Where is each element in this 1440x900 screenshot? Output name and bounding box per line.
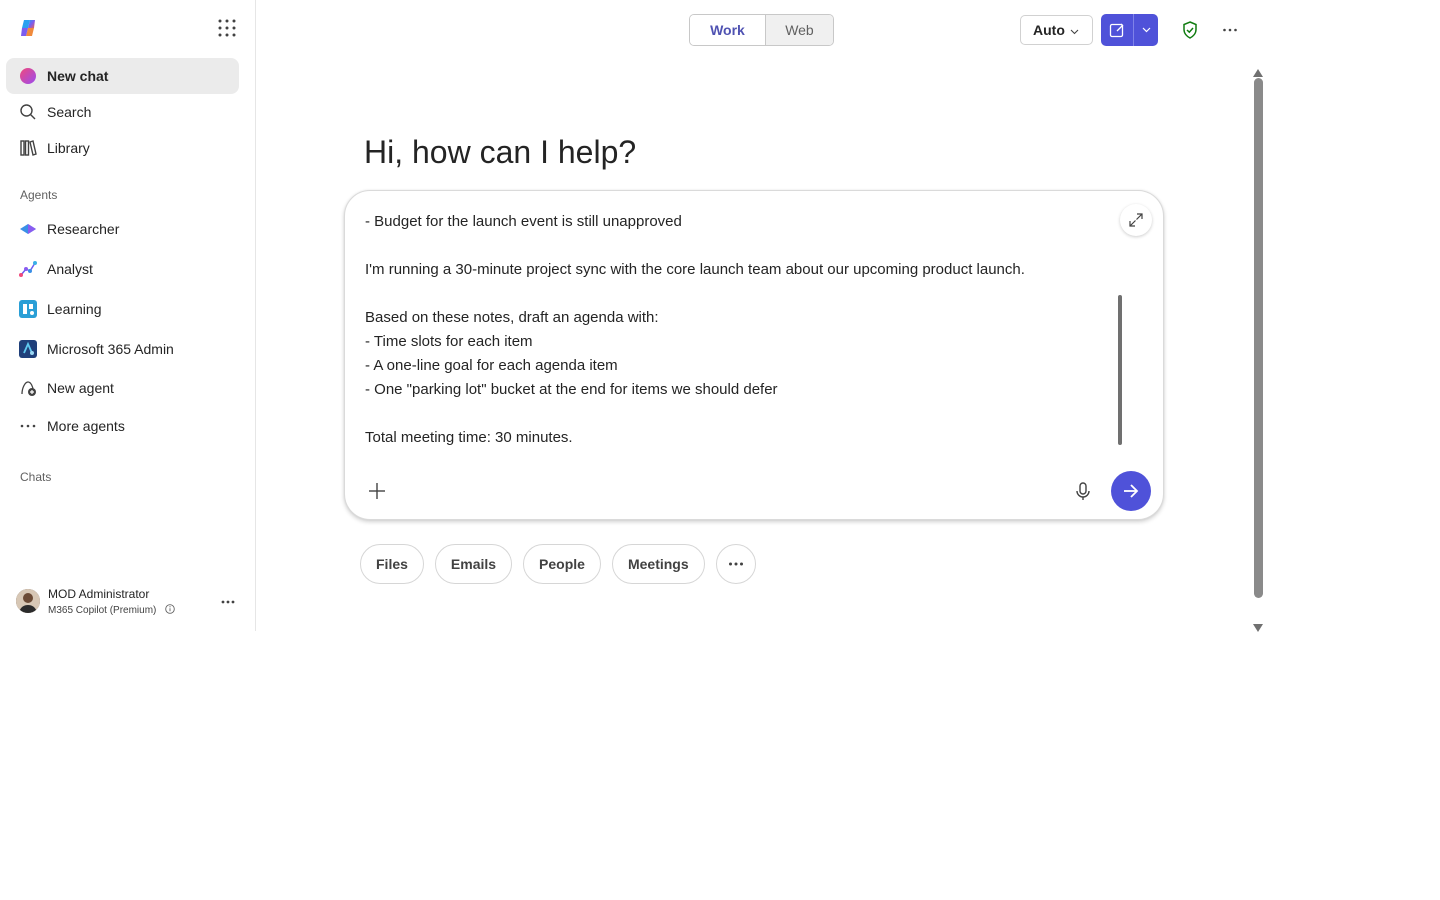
more-agents-icon	[19, 417, 37, 435]
compose-button[interactable]	[1101, 14, 1133, 46]
prompt-line: - A one-line goal for each agenda item	[365, 357, 618, 374]
prompt-line: - Time slots for each item	[365, 333, 533, 350]
search-icon	[19, 103, 37, 121]
agent-label: New agent	[47, 380, 114, 396]
compose-dropdown-button[interactable]	[1133, 14, 1158, 46]
user-plan-label: M365 Copilot (Premium)	[48, 605, 157, 616]
new-chat-label: New chat	[47, 68, 109, 84]
library-label: Library	[47, 140, 90, 156]
new-agent-button[interactable]: New agent	[6, 370, 239, 406]
agent-label: Researcher	[47, 221, 120, 237]
learning-icon	[19, 300, 37, 318]
meetings-chip[interactable]: Meetings	[611, 544, 705, 584]
new-chat-split-button	[1101, 14, 1158, 46]
agent-label: Learning	[47, 301, 102, 317]
chevron-down-icon	[1142, 27, 1150, 33]
scroll-up-arrow-icon[interactable]	[1253, 64, 1263, 77]
user-name: MOD Administrator	[48, 587, 150, 601]
expand-button[interactable]	[1120, 204, 1152, 236]
prompt-line: - Budget for the launch event is still u…	[365, 213, 682, 230]
analyst-icon	[19, 260, 37, 278]
library-icon	[19, 139, 37, 157]
agent-label: Microsoft 365 Admin	[47, 341, 174, 357]
agents-heading: Agents	[20, 188, 58, 202]
copilot-logo-icon[interactable]	[18, 18, 38, 38]
more-chips-button[interactable]	[715, 544, 756, 584]
work-tab[interactable]: Work	[690, 15, 765, 45]
web-tab[interactable]: Web	[764, 15, 833, 45]
m365-admin-icon	[19, 340, 37, 358]
prompt-input[interactable]: - Budget for the launch event is still u…	[365, 210, 1105, 450]
new-agent-icon	[19, 379, 37, 397]
agent-label: More agents	[47, 418, 125, 434]
more-agents-button[interactable]: More agents	[6, 408, 239, 444]
new-chat-button[interactable]: New chat	[6, 58, 239, 94]
microphone-icon[interactable]	[1073, 481, 1093, 501]
chats-heading: Chats	[20, 470, 52, 484]
search-nav-item[interactable]: Search	[6, 94, 239, 130]
user-more-options-icon[interactable]	[218, 592, 238, 612]
app-launcher-icon[interactable]	[217, 18, 237, 38]
prompt-line	[365, 234, 1105, 258]
new-chat-icon	[19, 67, 37, 85]
agent-label: Analyst	[47, 261, 93, 277]
info-icon[interactable]	[165, 604, 175, 614]
more-options-icon	[728, 562, 743, 566]
files-chip[interactable]: Files	[360, 544, 424, 584]
send-button[interactable]	[1111, 471, 1151, 511]
search-label: Search	[47, 104, 92, 120]
more-options-icon[interactable]	[1220, 20, 1240, 40]
work-web-toggle: Work Web	[689, 14, 834, 46]
researcher-icon	[19, 220, 37, 238]
model-select-value: Auto	[1033, 22, 1065, 38]
shield-icon[interactable]	[1180, 20, 1200, 40]
compose-icon	[1109, 23, 1124, 38]
context-chips: Files Emails People Meetings	[360, 544, 756, 584]
prompt-line	[365, 402, 1105, 426]
prompt-composer: - Budget for the launch event is still u…	[344, 190, 1164, 520]
user-profile[interactable]: MOD Administrator M365 Copilot (Premium)	[16, 586, 241, 618]
expand-icon	[1129, 213, 1143, 227]
page-title: Hi, how can I help?	[364, 134, 637, 170]
sidebar: New chat Search Library Agents Researche…	[0, 0, 256, 631]
people-chip[interactable]: People	[523, 544, 601, 584]
prompt-line: I'm running a 30-minute project sync wit…	[365, 261, 1025, 278]
prompt-line: - One "parking lot" bucket at the end fo…	[365, 381, 778, 398]
prompt-line: Total meeting time: 30 minutes.	[365, 429, 573, 446]
model-select[interactable]: Auto	[1020, 15, 1093, 45]
agent-learning[interactable]: Learning	[6, 291, 239, 327]
add-icon[interactable]	[367, 481, 387, 501]
user-plan: M365 Copilot (Premium)	[48, 604, 175, 616]
prompt-line: Based on these notes, draft an agenda wi…	[365, 309, 659, 326]
agent-m365-admin[interactable]: Microsoft 365 Admin	[6, 331, 239, 367]
arrow-right-icon	[1124, 484, 1139, 498]
prompt-line	[365, 282, 1105, 306]
emails-chip[interactable]: Emails	[434, 544, 513, 584]
prompt-scrollbar[interactable]	[1118, 295, 1122, 445]
chevron-down-icon	[1070, 22, 1079, 38]
scroll-down-arrow-icon[interactable]	[1253, 619, 1263, 632]
agent-analyst[interactable]: Analyst	[6, 251, 239, 287]
avatar	[16, 589, 40, 613]
agent-researcher[interactable]: Researcher	[6, 211, 239, 247]
library-nav-item[interactable]: Library	[6, 130, 239, 166]
page-scrollbar[interactable]	[1254, 78, 1263, 598]
